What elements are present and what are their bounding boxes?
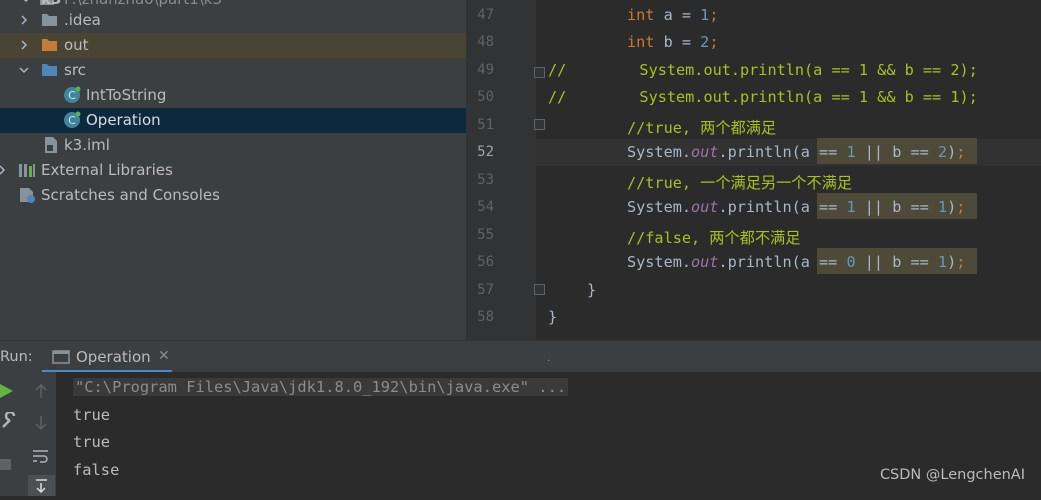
code-line: System.out.println(a == 1 || b == 1); <box>627 198 966 216</box>
tree-item-scratches[interactable]: Scratches and Consoles <box>0 183 466 208</box>
line-number: 51 <box>477 117 494 133</box>
tree-item-idea[interactable]: .idea <box>0 8 466 33</box>
run-side-toolbar <box>0 372 56 496</box>
rerun-icon[interactable] <box>0 383 14 403</box>
tree-item-label: .idea <box>64 11 101 29</box>
separator-dot: . <box>547 353 551 364</box>
chevron-down-icon[interactable] <box>20 0 32 5</box>
project-tree-panel: k3 F:\zhanzhao\part1\k3 .idea out src C <box>0 0 466 340</box>
line-number: 52 <box>477 144 494 160</box>
code-line: // System.out.println(a == 1 && b == 2); <box>548 61 978 79</box>
chevron-right-icon[interactable] <box>0 164 8 176</box>
tree-item-label: src <box>64 61 86 79</box>
java-class-icon: C <box>63 86 81 104</box>
line-number: 57 <box>477 282 494 298</box>
chevron-right-icon[interactable] <box>18 14 30 26</box>
code-editor[interactable]: 47 48 49 50 51 52 53 54 55 56 57 58 int … <box>466 0 1041 340</box>
fold-marker-icon[interactable] <box>534 67 545 78</box>
folder-icon <box>40 11 58 29</box>
tree-item-k3-iml[interactable]: k3.iml <box>0 133 466 158</box>
svg-text:C: C <box>68 114 76 127</box>
line-number: 48 <box>477 34 494 50</box>
line-number: 58 <box>477 309 494 325</box>
java-class-icon: C <box>63 111 81 129</box>
console-command-line: "C:\Program Files\Java\jdk1.8.0_192\bin\… <box>73 378 569 396</box>
watermark: CSDN @LengchenAI <box>879 467 1025 483</box>
tree-item-label: External Libraries <box>41 161 173 179</box>
line-number: 55 <box>477 227 494 243</box>
soft-wrap-icon[interactable] <box>32 448 50 468</box>
code-comment: //true, 两个都满足 <box>627 119 777 137</box>
code-line: // System.out.println(a == 1 && b == 1); <box>548 88 978 106</box>
code-line: int b = 2; <box>627 33 719 51</box>
tree-item-label: k3.iml <box>64 136 110 154</box>
source-folder-icon <box>40 61 58 79</box>
tree-item-src[interactable]: src <box>0 58 466 83</box>
line-number: 56 <box>477 254 494 270</box>
tree-item-label: Scratches and Consoles <box>41 186 220 204</box>
fold-marker-icon[interactable] <box>534 119 545 130</box>
module-file-icon <box>42 136 60 154</box>
svg-text:C: C <box>68 89 76 102</box>
code-line: //true, 一个满足另一个不满足 <box>627 171 852 193</box>
code-line: System.out.println(a == 0 || b == 1); <box>627 253 966 271</box>
code-line: System.out.println(a == 1 || b == 2); <box>627 143 966 161</box>
chevron-right-icon[interactable] <box>18 39 30 51</box>
folder-orange-icon <box>40 36 58 54</box>
scratches-icon <box>18 186 36 204</box>
tree-item-label: Operation <box>86 111 161 129</box>
line-number: 54 <box>477 199 494 215</box>
tree-item-label: IntToString <box>86 86 167 104</box>
tab-operation[interactable]: Operation ✕ <box>42 341 172 373</box>
code-line: } <box>587 281 597 299</box>
tree-root-path: F:\zhanzhao\part1\k3 <box>64 0 222 8</box>
line-number: 53 <box>477 172 494 188</box>
tree-item-out[interactable]: out <box>0 33 466 58</box>
run-label: Run: <box>0 349 33 365</box>
line-number: 47 <box>477 7 494 23</box>
tree-item-external-libraries[interactable]: External Libraries <box>0 158 466 183</box>
console-output-line: false <box>73 461 120 479</box>
tree-item-inttostring[interactable]: C IntToString <box>0 83 466 108</box>
code-line: } <box>548 308 558 326</box>
run-toolbar: Run: Operation ✕ . <box>0 340 1041 373</box>
arrow-down-icon[interactable] <box>34 415 48 435</box>
tab-label: Operation <box>76 348 151 366</box>
tree-item-label: out <box>64 36 89 54</box>
wrench-icon[interactable] <box>0 410 16 434</box>
code-line: //false, 两个都不满足 <box>627 226 800 248</box>
tree-root-label: k3 <box>41 0 61 8</box>
console-output-line: true <box>73 433 111 451</box>
chevron-down-icon[interactable] <box>18 64 30 76</box>
line-number: 50 <box>477 89 494 105</box>
console-output-line: true <box>73 406 111 424</box>
code-line: //true, 两个都满足 <box>627 116 776 138</box>
tree-item-operation[interactable]: C Operation <box>0 108 466 133</box>
code-comment: //true, 一个满足另一个不满足 <box>627 174 853 192</box>
code-comment: //false, 两个都不满足 <box>627 229 801 247</box>
fold-marker-icon[interactable] <box>534 284 545 295</box>
scroll-to-end-icon[interactable] <box>28 475 55 496</box>
line-number: 49 <box>477 62 494 78</box>
code-line: int a = 1; <box>627 6 719 24</box>
arrow-up-icon[interactable] <box>34 383 48 403</box>
close-icon[interactable]: ✕ <box>158 348 170 364</box>
libraries-icon <box>18 161 36 179</box>
console-icon <box>52 349 70 368</box>
stop-icon[interactable] <box>0 457 12 476</box>
